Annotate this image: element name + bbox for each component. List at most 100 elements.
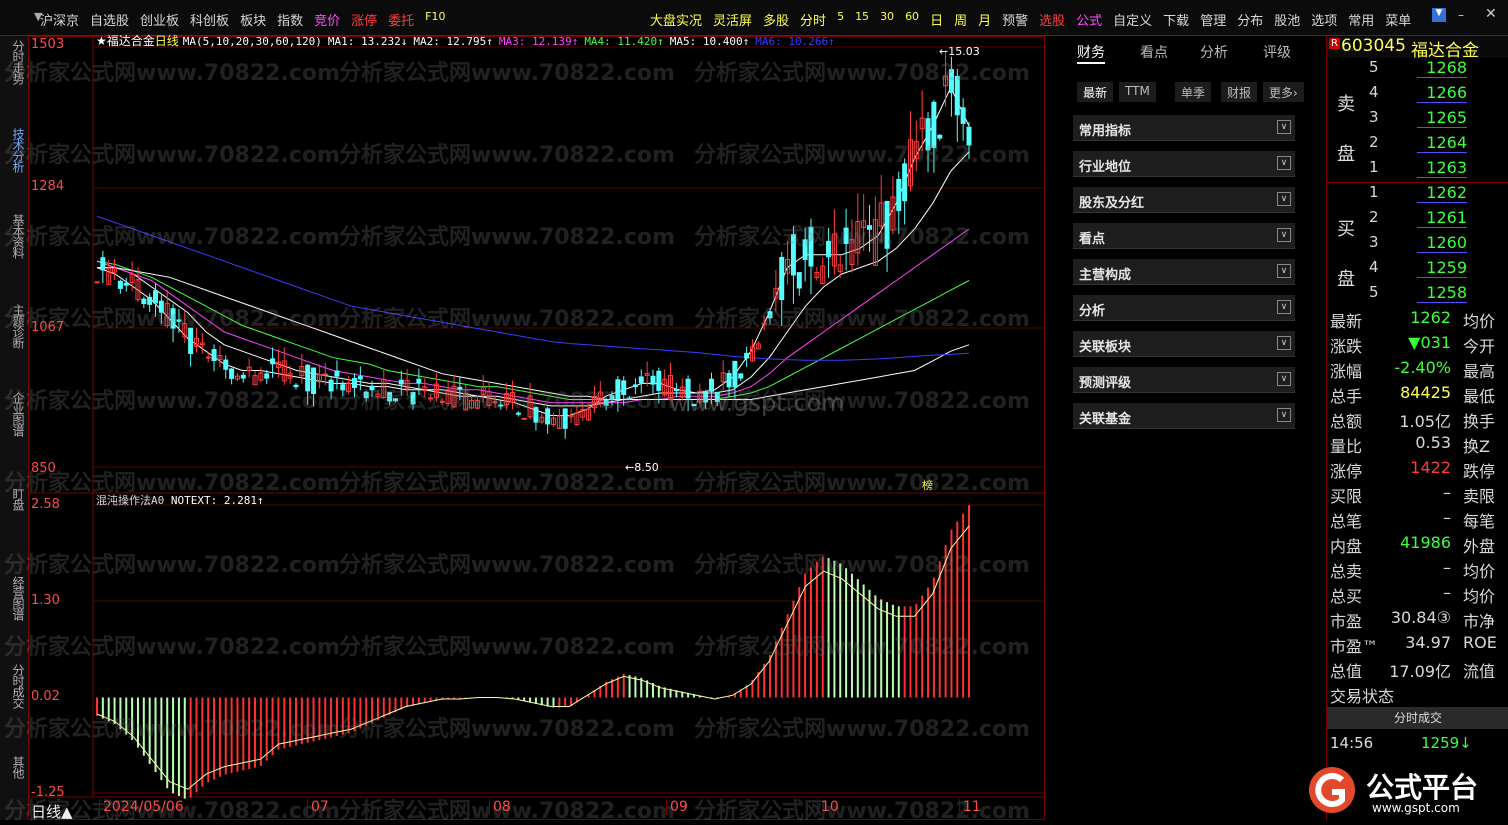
sub-tab-button[interactable]: TTM [1119, 82, 1156, 102]
menu-item[interactable]: 沪深京 [40, 10, 79, 29]
menu-item[interactable]: 自定义 [1113, 10, 1152, 29]
menu-item[interactable]: 灵活屏 [713, 10, 752, 29]
accordion-item[interactable]: 预测评级 ∨ [1073, 367, 1295, 393]
menu-item[interactable]: 指数 [277, 10, 303, 29]
left-tab[interactable]: 基本资料 [4, 214, 25, 258]
menu-item[interactable]: 竞价 [314, 10, 340, 29]
menu-item[interactable]: 选项 [1311, 10, 1337, 29]
level-number: 4 [1369, 83, 1379, 101]
left-tab[interactable]: 技术分析 [4, 128, 25, 172]
menu-item[interactable]: 分布 [1237, 10, 1263, 29]
stat-row: 总买 – 均价 [1327, 583, 1508, 608]
menu-item[interactable]: 下载 [1163, 10, 1189, 29]
stat-label-right: 均价 [1463, 312, 1496, 331]
finance-tab[interactable]: 财务 [1077, 42, 1105, 64]
kline-chart[interactable]: ←15.03 ←8.50 榜 [29, 37, 1044, 819]
sell-row[interactable]: 4 1266 [1327, 83, 1508, 108]
buy-row[interactable]: 5 1258 [1327, 283, 1508, 308]
download-icon[interactable]: ▼ [1432, 8, 1446, 22]
menu-item[interactable]: 涨停 [351, 10, 377, 29]
menu-item[interactable]: 多股 [763, 10, 789, 29]
chevron-down-icon[interactable]: ∨ [1277, 156, 1291, 170]
menu-item[interactable]: 管理 [1200, 10, 1226, 29]
menu-item[interactable]: 分时 [800, 10, 826, 29]
menu-item[interactable]: 菜单 [1385, 10, 1411, 29]
finance-tab[interactable]: 分析 [1200, 42, 1228, 62]
menu-item[interactable]: 常用 [1348, 10, 1374, 29]
candle-body [732, 360, 738, 388]
accordion-item[interactable]: 股东及分红 ∨ [1073, 187, 1295, 213]
accordion-item[interactable]: 行业地位 ∨ [1073, 151, 1295, 177]
buy-row[interactable]: 4 1259 [1327, 258, 1508, 283]
finance-panel: 财务 看点 分析 评级 最新 TTM 单季 财报 更多› 常用指标 ∨ 行业地位 ∨ 股东及分红 ∨ 看点 ∨ 主… [1065, 36, 1317, 820]
finance-tab[interactable]: 评级 [1263, 42, 1291, 62]
chevron-down-icon[interactable]: ∨ [1277, 408, 1291, 422]
chevron-down-icon[interactable]: ∨ [1277, 192, 1291, 206]
menu-item[interactable]: 创业板 [140, 10, 179, 29]
buy-row[interactable]: 1 1262 [1327, 183, 1508, 208]
left-tab[interactable]: 分时成交 [4, 664, 25, 708]
left-tab[interactable]: 其他 [4, 756, 25, 778]
stat-label-right: 外盘 [1463, 537, 1496, 556]
menu-item[interactable]: 5 [837, 10, 844, 29]
left-tab[interactable]: 经营图谱 [4, 576, 25, 620]
menu-item[interactable]: 日 [930, 10, 943, 29]
chevron-down-icon[interactable]: ∨ [1277, 372, 1291, 386]
stat-label: 总笔 [1330, 512, 1363, 531]
menu-item[interactable]: 选股 [1039, 10, 1065, 29]
stat-value: 41986 [1400, 533, 1451, 552]
accordion-label: 关联基金 [1079, 412, 1132, 427]
candle-body [158, 300, 164, 313]
menu-item[interactable]: 委托 [388, 10, 414, 29]
finance-tab[interactable]: 看点 [1140, 42, 1168, 62]
accordion-item[interactable]: 常用指标 ∨ [1073, 115, 1295, 141]
menu-item[interactable]: 科创板 [190, 10, 229, 29]
stat-row: 总卖 – 均价 [1327, 558, 1508, 583]
menu-item[interactable]: 预警 [1002, 10, 1028, 29]
left-tab[interactable]: 主题诊断 [4, 304, 25, 348]
menu-item[interactable]: 周 [954, 10, 967, 29]
minimize-icon[interactable]: – [1458, 8, 1464, 22]
buy-row[interactable]: 3 1260 [1327, 233, 1508, 258]
menu-item[interactable]: 公式 [1076, 10, 1102, 29]
menu-item[interactable]: 股池 [1274, 10, 1300, 29]
stat-row: 总笔 – 每笔 [1327, 508, 1508, 533]
accordion-item[interactable]: 主营构成 ∨ [1073, 259, 1295, 285]
tick-header[interactable]: 分时成交 [1327, 707, 1508, 729]
menu-item[interactable]: 大盘实况 [650, 10, 702, 29]
accordion-label: 股东及分红 [1079, 196, 1145, 211]
level-price: 1263 [1417, 158, 1467, 178]
sub-tab-button[interactable]: 财报 [1221, 82, 1258, 102]
sub-tab-button[interactable]: 更多› [1263, 82, 1304, 102]
candle-body [609, 395, 615, 400]
menu-item[interactable]: 月 [978, 10, 991, 29]
left-tab[interactable]: 分时走势 [4, 40, 25, 84]
sub-tab-button[interactable]: 单季 [1175, 82, 1212, 102]
chevron-down-icon[interactable]: ∨ [1277, 300, 1291, 314]
accordion-item[interactable]: 关联板块 ∨ [1073, 331, 1295, 357]
menu-item[interactable]: 板块 [240, 10, 266, 29]
close-icon[interactable]: ✕ [1485, 6, 1497, 22]
left-tab[interactable]: 盯盘 [4, 488, 25, 510]
buy-row[interactable]: 2 1261 [1327, 208, 1508, 233]
menu-item[interactable]: 15 [855, 10, 869, 29]
menu-item[interactable]: 自选股 [90, 10, 129, 29]
chevron-down-icon[interactable]: ∨ [1277, 120, 1291, 134]
sell-row[interactable]: 5 1268 [1327, 58, 1508, 83]
accordion-item[interactable]: 关联基金 ∨ [1073, 403, 1295, 429]
accordion-item[interactable]: 分析 ∨ [1073, 295, 1295, 321]
candle-body [726, 372, 732, 388]
chevron-down-icon[interactable]: ∨ [1277, 336, 1291, 350]
chevron-down-icon[interactable]: ∨ [1277, 228, 1291, 242]
sell-row[interactable]: 1 1263 [1327, 158, 1508, 183]
menu-left-group: 沪深京 自选股 创业板 科创板 板块 指数 竞价 涨停 委托 F10 [40, 10, 456, 29]
accordion-item[interactable]: 看点 ∨ [1073, 223, 1295, 249]
menu-item[interactable]: 60 [905, 10, 919, 29]
sub-tab-button[interactable]: 最新 [1077, 82, 1114, 102]
menu-item[interactable]: 30 [880, 10, 894, 29]
sell-row[interactable]: 2 1264 [1327, 133, 1508, 158]
left-tab[interactable]: 企业图谱 [4, 392, 25, 436]
chevron-down-icon[interactable]: ∨ [1277, 264, 1291, 278]
menu-item[interactable]: F10 [425, 10, 445, 29]
sell-row[interactable]: 3 1265 [1327, 108, 1508, 133]
